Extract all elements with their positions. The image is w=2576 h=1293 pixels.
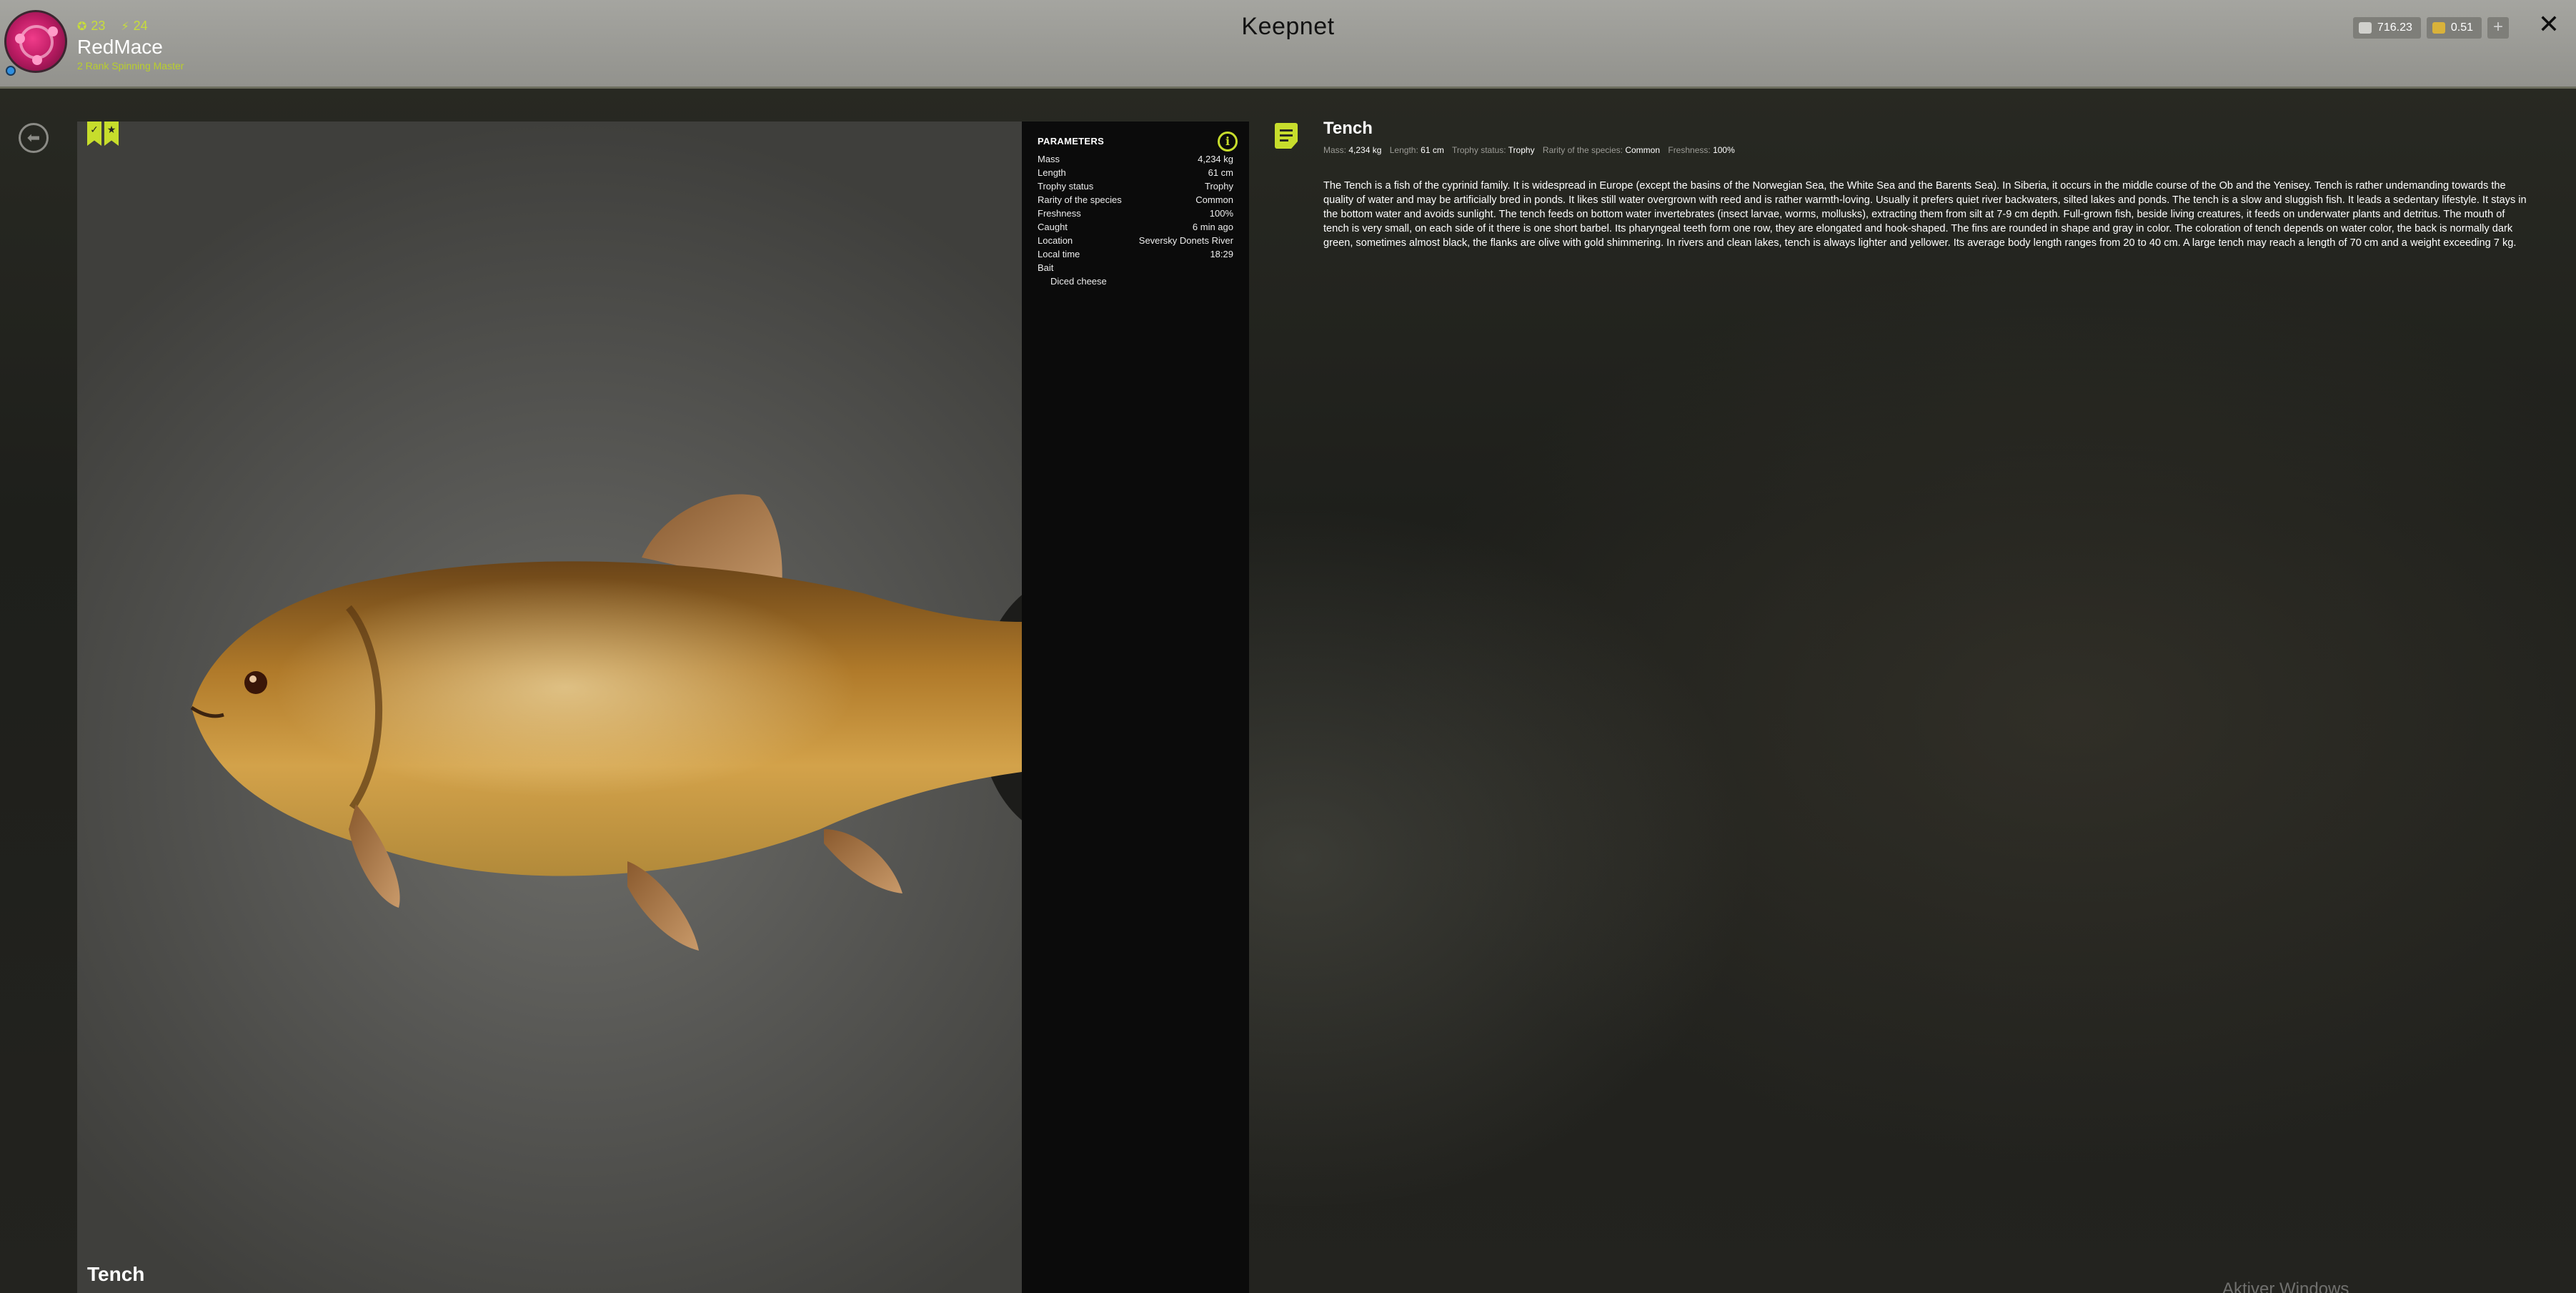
param-label: Mass [1038, 154, 1060, 164]
fish-3d-viewer[interactable]: ✓ ★ Tench [77, 122, 1022, 1293]
description-title: Tench [1323, 119, 1373, 138]
param-label: Bait [1038, 262, 1054, 273]
page-title: Keepnet [1241, 13, 1335, 40]
gold-balance[interactable]: 0.51 [2426, 17, 2482, 39]
back-button[interactable]: ⬅ [19, 123, 49, 153]
parameters-title: PARAMETERS [1038, 136, 1105, 147]
param-row-rarity: Rarity of the species Common [1038, 193, 1233, 207]
os-activation-watermark: Aktiver Windows [2222, 1279, 2349, 1293]
anal-fin [824, 829, 902, 893]
online-status-icon [6, 66, 16, 76]
player-rank: 2 Rank Spinning Master [77, 60, 184, 71]
parameters-panel: i PARAMETERS Mass 4,234 kg Length 61 cm … [1022, 122, 1249, 1293]
fish-name-label: Tench [87, 1263, 145, 1285]
param-value: 100% [1209, 208, 1233, 219]
keepnet-screen: ✪ 23 ⚡ 24 RedMace 2 Rank Spinning Master… [0, 0, 2576, 1293]
meta-value: Common [1625, 145, 1661, 155]
fish-model[interactable] [77, 122, 1022, 1293]
meta-value: 4,234 kg [1348, 145, 1382, 155]
meta-value: 100% [1713, 145, 1735, 155]
trophy-star-icon: ★ [104, 122, 119, 146]
top-bar: ✪ 23 ⚡ 24 RedMace 2 Rank Spinning Master… [0, 0, 2576, 89]
bait-value: Diced cheese [1050, 276, 1107, 287]
add-currency-button[interactable]: + [2487, 17, 2509, 39]
meta-label: Mass: [1323, 145, 1347, 155]
param-row-bait: Bait [1038, 261, 1233, 274]
note-icon [1275, 123, 1298, 149]
fish-eye [244, 671, 267, 694]
param-label: Trophy status [1038, 181, 1094, 192]
param-row-local-time: Local time 18:29 [1038, 247, 1233, 261]
param-value: Seversky Donets River [1138, 235, 1233, 246]
param-row-mass: Mass 4,234 kg [1038, 152, 1233, 166]
close-icon[interactable]: ✕ [2536, 11, 2562, 37]
caught-check-icon: ✓ [87, 122, 101, 146]
fish-marks: ✓ ★ [87, 122, 119, 146]
param-value: 4,234 kg [1198, 154, 1233, 164]
pelvic-fin [627, 861, 699, 951]
gold-balance-value: 0.51 [2450, 21, 2473, 34]
param-label: Freshness [1038, 208, 1081, 219]
param-row-trophy: Trophy status Trophy [1038, 179, 1233, 193]
description-text: The Tench is a fish of the cyprinid fami… [1323, 180, 2527, 249]
arrow-left-icon: ⬅ [26, 129, 41, 147]
meta-label: Rarity of the species: [1542, 145, 1623, 155]
param-value: 18:29 [1210, 249, 1233, 259]
param-label: Local time [1038, 249, 1080, 259]
silver-coin-icon [2358, 22, 2372, 34]
param-value: 61 cm [1208, 167, 1233, 178]
param-value: Trophy [1205, 181, 1233, 192]
param-value: 6 min ago [1192, 222, 1233, 232]
currency-bar: 716.23 0.51 + [2352, 17, 2509, 39]
param-label: Caught [1038, 222, 1068, 232]
param-label: Rarity of the species [1038, 194, 1122, 205]
info-icon[interactable]: i [1218, 132, 1238, 152]
param-value: Common [1195, 194, 1233, 205]
param-label: Length [1038, 167, 1066, 178]
param-row-caught: Caught 6 min ago [1038, 220, 1233, 234]
gold-coin-icon [2432, 22, 2445, 34]
param-row-length: Length 61 cm [1038, 166, 1233, 179]
silver-balance[interactable]: 716.23 [2352, 17, 2421, 39]
param-row-location: Location Seversky Donets River [1038, 234, 1233, 247]
meta-label: Length: [1389, 145, 1418, 155]
silver-balance-value: 716.23 [2377, 21, 2412, 34]
description-meta: Mass: 4,234 kg Length: 61 cm Trophy stat… [1323, 145, 1741, 155]
param-label: Location [1038, 235, 1073, 246]
param-row-freshness: Freshness 100% [1038, 207, 1233, 220]
meta-value: 61 cm [1421, 145, 1444, 155]
meta-label: Freshness: [1668, 145, 1711, 155]
meta-value: Trophy [1508, 145, 1535, 155]
meta-label: Trophy status: [1451, 145, 1506, 155]
